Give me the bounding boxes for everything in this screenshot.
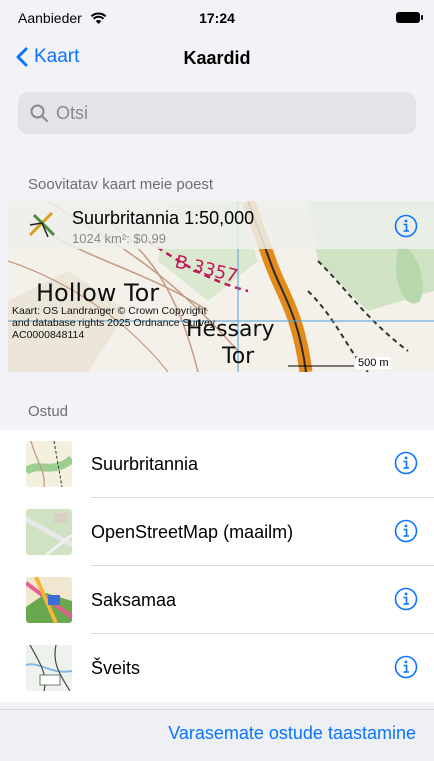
list-item[interactable]: Suurbritannia	[0, 430, 434, 498]
page-title: Kaardid	[183, 48, 251, 68]
info-icon[interactable]	[394, 655, 418, 679]
route-map-icon	[28, 211, 56, 238]
recommended-map-name: Suurbritannia 1:50,000	[72, 208, 255, 228]
list-item[interactable]: OpenStreetMap (maailm)	[0, 498, 434, 566]
list-item-label: Šveits	[91, 658, 141, 678]
map-thumbnail-icon	[26, 509, 72, 555]
battery-icon	[396, 12, 423, 23]
restore-purchases-button[interactable]: Varasemate ostude taastamine	[168, 723, 416, 744]
list-item-label: Saksamaa	[91, 590, 177, 610]
list-item-label: Suurbritannia	[91, 454, 199, 474]
recommended-section-header: Soovitatav kaart meie poest	[28, 176, 214, 193]
map-credit: Kaart: OS Landranger © Crown Copyright a…	[12, 305, 216, 341]
info-icon[interactable]	[394, 214, 418, 238]
map-thumbnail-icon	[26, 441, 72, 487]
map-scale: 500 m	[356, 357, 391, 369]
navigation-bar: Kaart Kaardid	[0, 40, 434, 80]
list-item[interactable]: Šveits	[0, 634, 434, 702]
info-icon[interactable]	[394, 587, 418, 611]
status-bar: Aanbieder 17:24	[0, 0, 434, 36]
info-icon[interactable]	[394, 451, 418, 475]
search-input[interactable]	[54, 101, 388, 125]
search-bar[interactable]	[18, 92, 416, 134]
bottom-toolbar: Varasemate ostude taastamine	[0, 709, 434, 761]
place-label-hollow-tor: Hollow Tor	[36, 279, 159, 307]
map-thumbnail-icon	[26, 577, 72, 623]
map-thumbnail-icon	[26, 645, 72, 691]
list-item-label: OpenStreetMap (maailm)	[91, 522, 294, 542]
place-label-tor: Tor	[221, 344, 255, 369]
list-item[interactable]: Saksamaa	[0, 566, 434, 634]
recommended-map-card[interactable]: Hollow Tor Hessary Tor B 3357 Suurbritan…	[8, 201, 434, 372]
map-card-header: Suurbritannia 1:50,000 1024 km²: $0.99	[8, 201, 434, 249]
purchases-list: Suurbritannia OpenStreetMap (maailm) Sak…	[0, 430, 434, 702]
purchases-section-header: Ostud	[28, 403, 69, 420]
info-icon[interactable]	[394, 519, 418, 543]
search-icon	[30, 104, 48, 122]
recommended-map-price: 1024 km²: $0.99	[72, 231, 166, 246]
status-time: 17:24	[199, 10, 235, 26]
